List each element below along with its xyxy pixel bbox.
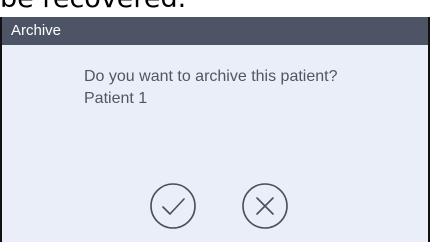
cancel-archive-button[interactable] (241, 182, 289, 230)
archive-dialog: Archive Do you want to archive this pati… (0, 17, 430, 242)
patient-name: Patient 1 (84, 90, 148, 107)
dialog-title: Archive (2, 17, 428, 45)
confirm-archive-button[interactable] (149, 182, 197, 230)
background-text: be recovered. (0, 0, 186, 14)
checkmark-icon (150, 183, 196, 229)
x-icon (242, 183, 288, 229)
dialog-message: Do you want to archive this patient? (84, 68, 338, 85)
